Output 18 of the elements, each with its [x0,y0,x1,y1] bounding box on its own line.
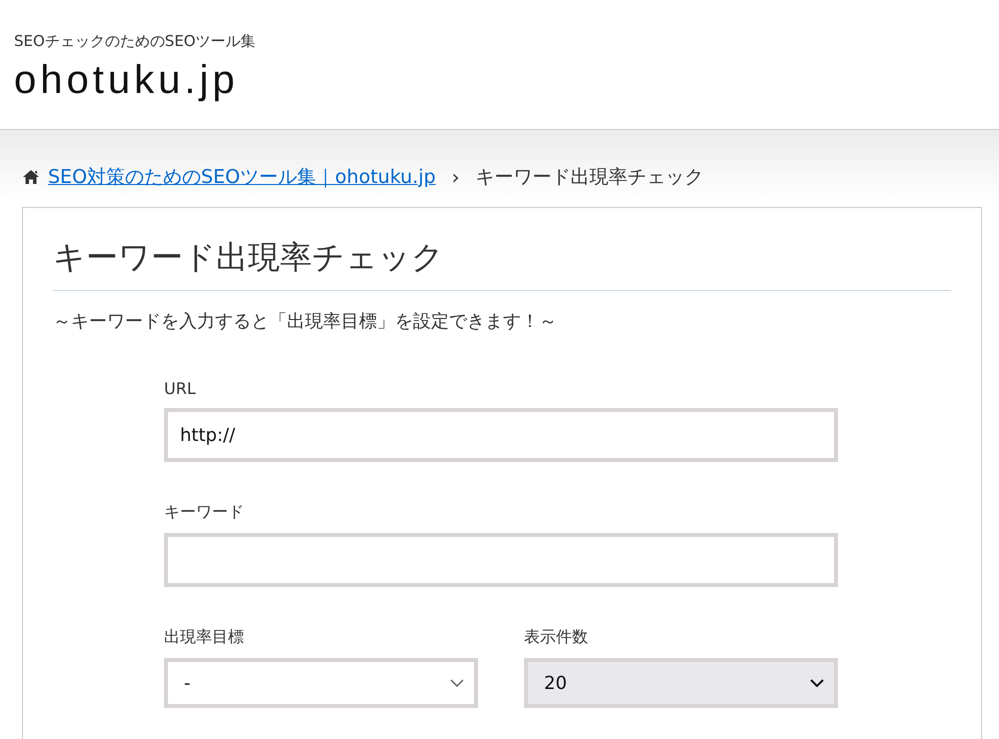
home-link[interactable]: SEO対策のためのSEOツール集｜ohotuku.jp [48,164,436,190]
select-dropdown[interactable]: - [164,658,478,708]
site-tagline: SEOチェックのためのSEOツール集 [14,31,257,52]
breadcrumb-separator: › [452,165,460,189]
home-icon [22,169,40,185]
breadcrumb-current: キーワード出現率チェック [476,165,704,190]
chevron-down-icon [450,679,464,687]
page-title: キーワード出現率チェック [53,236,951,291]
field-label: URL [164,379,197,398]
chevron-down-icon [810,679,824,687]
field-label: 出現率目標 [164,627,245,648]
field-label: 表示件数 [524,627,589,648]
field-label: キーワード [164,502,245,523]
input-field[interactable]: http:// [164,408,838,462]
page-subtitle: ～キーワードを入力すると「出現率目標」を設定できます！～ [53,310,558,333]
select-dropdown[interactable]: 20 [524,658,838,708]
input-field[interactable] [164,533,838,587]
site-logo[interactable]: ohotuku.jp [14,56,239,104]
